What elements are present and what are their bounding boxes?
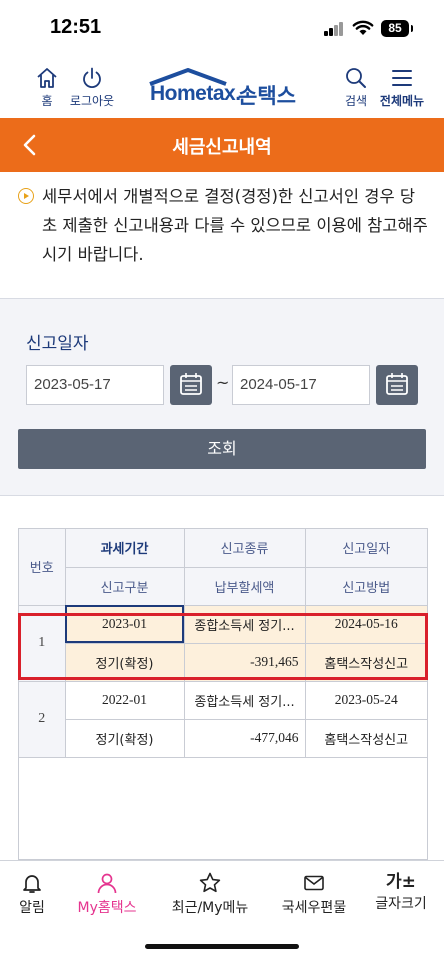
notice-text: 세무서에서 개별적으로 결정(경정)한 신고서인 경우 당초 제출한 신고내용과… (42, 187, 428, 264)
status-bar: 12:51 85 (0, 0, 444, 58)
signal-icon (324, 22, 344, 36)
row-tax-amount[interactable]: -477,046 (183, 718, 306, 758)
search-panel: 신고일자 2023-05-17 ~ 2024-05-17 조회 (0, 298, 444, 496)
row-method[interactable]: 홈택스작성신고 (304, 642, 427, 682)
battery-icon: 85 (381, 20, 413, 37)
nav-recent-label: 최근/My메뉴 (171, 900, 249, 916)
header-number: 번호 (19, 529, 66, 606)
row-tax-amount[interactable]: -391,465 (183, 642, 306, 682)
home-indicator[interactable] (145, 944, 299, 949)
envelope-icon (304, 875, 324, 891)
row-report-type[interactable]: 종합소득세 정기... (183, 680, 306, 720)
status-time: 12:51 (50, 16, 102, 38)
table-row[interactable]: 1 2023-01 종합소득세 정기... 2024-05-16 (19, 604, 427, 682)
header-period[interactable]: 과세기간 (64, 529, 185, 568)
row-report-date[interactable]: 2023-05-24 (304, 680, 427, 720)
nav-font-size[interactable]: 가± 글자크기 (368, 871, 434, 913)
nav-tax-mail[interactable]: 국세우편물 (268, 871, 360, 917)
wifi-icon (352, 20, 374, 35)
row-category[interactable]: 정기(확정) (65, 642, 185, 682)
logout-label: 로그아웃 (69, 94, 115, 108)
row-number: 2 (19, 680, 66, 758)
nav-font-label: 글자크기 (375, 896, 427, 912)
row-category[interactable]: 정기(확정) (65, 718, 185, 758)
header-report-date[interactable]: 신고일자 (304, 529, 427, 568)
table-row[interactable]: 2 2022-01 종합소득세 정기... 2023-05-24 (19, 680, 427, 758)
app-header: 홈 로그아웃 Hometax. 손택스 검색 전체메뉴 (0, 58, 444, 118)
page-title: 세금신고내역 (172, 137, 272, 158)
row-period[interactable]: 2022-01 (64, 680, 185, 720)
date-to-input[interactable]: 2024-05-17 (232, 365, 370, 405)
report-date-label: 신고일자 (26, 334, 89, 354)
full-menu-button[interactable]: 전체메뉴 (376, 66, 428, 109)
table-header-row: 번호 과세기간 신고종류 신고일자 (19, 529, 427, 606)
power-icon (83, 67, 101, 89)
person-icon (97, 873, 117, 894)
nav-alarm[interactable]: 알림 (12, 871, 52, 917)
row-report-type[interactable]: 종합소득세 정기... (183, 604, 306, 644)
header-method[interactable]: 신고방법 (304, 566, 427, 606)
result-table: 번호 과세기간 신고종류 신고일자 신고구분 납부할세액 신고방법 1 2023… (19, 529, 427, 758)
notice-icon (18, 188, 34, 204)
star-icon (199, 872, 221, 893)
search-button[interactable]: 검색 (338, 66, 374, 109)
result-table-area: 번호 과세기간 신고종류 신고일자 신고구분 납부할세액 신고방법 1 2023… (18, 528, 428, 860)
logout-button[interactable]: 로그아웃 (66, 66, 118, 109)
header-tax-amount[interactable]: 납부할세액 (183, 566, 306, 606)
home-label: 홈 (41, 94, 53, 108)
date-separator: ~ (216, 373, 230, 392)
hamburger-icon (392, 70, 412, 86)
search-label: 검색 (344, 94, 368, 108)
query-button[interactable]: 조회 (18, 429, 426, 469)
hometax-logo[interactable]: Hometax. 손택스 (146, 68, 306, 108)
header-category[interactable]: 신고구분 (65, 566, 185, 606)
header-report-type[interactable]: 신고종류 (183, 529, 306, 568)
nav-post-label: 국세우편물 (281, 900, 347, 916)
nav-alarm-label: 알림 (19, 900, 45, 916)
logo-sub: 손택스 (238, 84, 296, 108)
calendar-from-button[interactable] (170, 365, 212, 405)
title-bar: 세금신고내역 (0, 118, 444, 172)
home-icon (37, 68, 57, 88)
notice: 세무서에서 개별적으로 결정(경정)한 신고서인 경우 당초 제출한 신고내용과… (18, 182, 430, 269)
row-period[interactable]: 2023-01 (64, 604, 185, 644)
table-header-row: 신고구분 납부할세액 신고방법 (19, 566, 427, 606)
search-icon (346, 68, 366, 88)
home-button[interactable]: 홈 (30, 66, 64, 109)
row-number: 1 (19, 604, 66, 682)
table-row[interactable]: 정기(확정) -391,465 홈택스작성신고 (19, 642, 427, 682)
row-method[interactable]: 홈택스작성신고 (304, 718, 427, 758)
row-report-date[interactable]: 2024-05-16 (304, 604, 427, 644)
menu-label: 전체메뉴 (379, 94, 425, 108)
calendar-to-button[interactable] (376, 365, 418, 405)
table-row[interactable]: 정기(확정) -477,046 홈택스작성신고 (19, 718, 427, 758)
calendar-icon (180, 373, 202, 395)
font-size-icon: 가± (386, 872, 416, 892)
nav-my-label: My홈택스 (77, 900, 137, 916)
bell-icon (23, 875, 41, 893)
logo-main: Hometax. (150, 82, 241, 105)
date-from-input[interactable]: 2023-05-17 (26, 365, 164, 405)
nav-my-hometax[interactable]: My홈택스 (72, 871, 142, 917)
calendar-icon (386, 373, 408, 395)
nav-recent-menu[interactable]: 최근/My메뉴 (164, 871, 256, 917)
